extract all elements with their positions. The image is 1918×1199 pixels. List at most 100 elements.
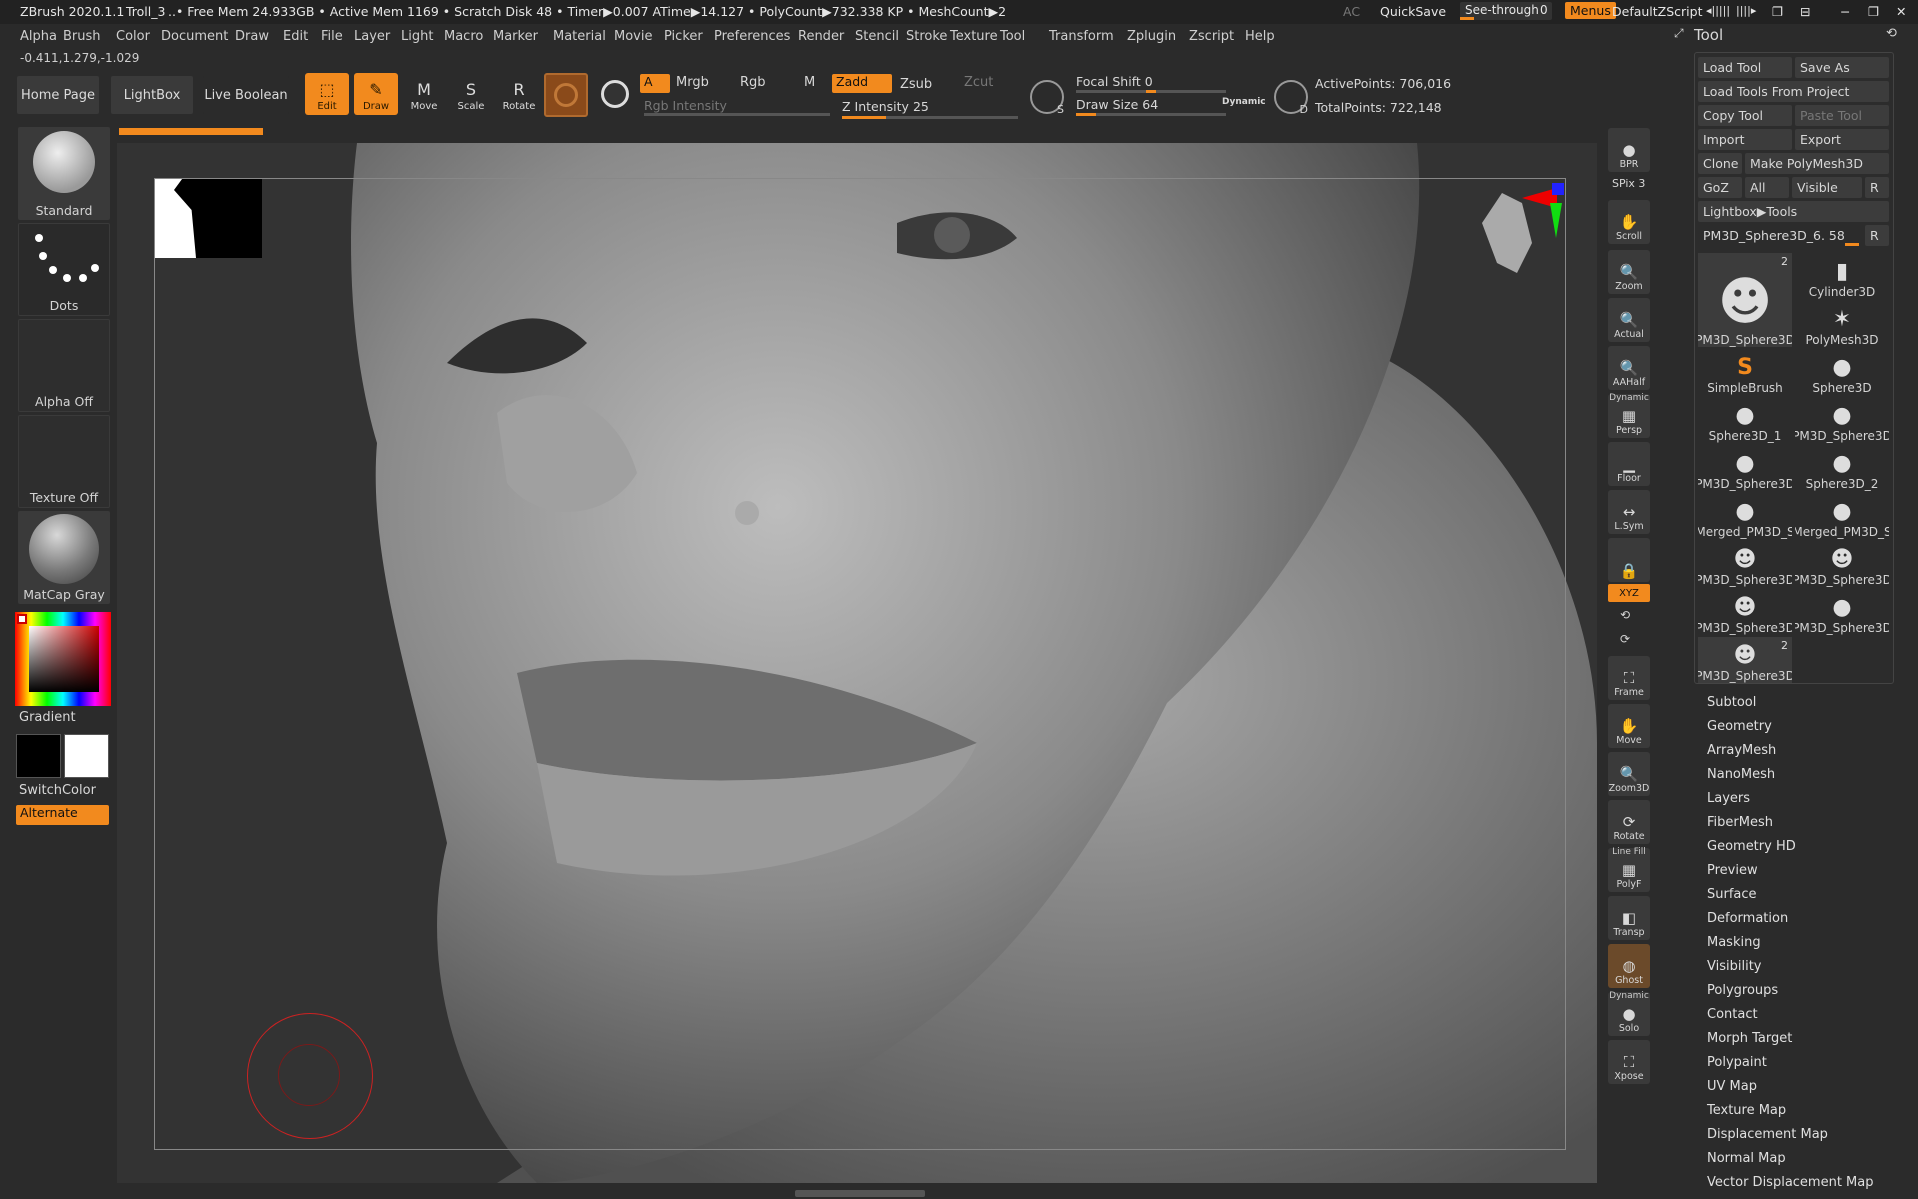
sphere-material-button[interactable] <box>544 73 588 117</box>
subpalette-layers[interactable]: Layers <box>1707 791 1750 806</box>
color-picker[interactable] <box>15 612 111 706</box>
zoom3d-button[interactable]: 🔍 Zoom3D <box>1608 752 1650 796</box>
subpalette-fibermesh[interactable]: FiberMesh <box>1707 815 1773 830</box>
rotate-tool-button[interactable]: R Rotate <box>497 73 541 115</box>
tool-thumbnail[interactable]: ☻ PM3D_Sphere3D <box>1795 541 1889 587</box>
zoom-button[interactable]: 🔍 Zoom <box>1608 250 1650 294</box>
z-intensity-slider[interactable]: Z Intensity 25 <box>842 99 929 114</box>
tool-palette-pin-icon[interactable]: ⤢ <box>1674 26 1684 41</box>
menu-help[interactable]: Help <box>1245 29 1275 44</box>
m-toggle[interactable]: M <box>804 75 815 90</box>
menu-marker[interactable]: Marker <box>493 29 538 44</box>
current-tool-slider[interactable]: PM3D_Sphere3D_6. 58 <box>1698 225 1862 246</box>
lsym-button[interactable]: ↔ L.Sym <box>1608 490 1650 534</box>
zsub-toggle[interactable]: Zsub <box>900 77 932 92</box>
load-tool-button[interactable]: Load Tool <box>1698 57 1792 78</box>
floor-button[interactable]: ▁ Floor <box>1608 442 1650 486</box>
tool-thumbnail[interactable]: ☻ PM3D_Sphere3D 2 <box>1698 253 1792 347</box>
menu-draw[interactable]: Draw <box>235 29 269 44</box>
subpalette-polypaint[interactable]: Polypaint <box>1707 1055 1767 1070</box>
subpalette-texture-map[interactable]: Texture Map <box>1707 1103 1786 1118</box>
move-button[interactable]: ✋ Move <box>1608 704 1650 748</box>
subpalette-displacement-map[interactable]: Displacement Map <box>1707 1127 1828 1142</box>
copy-tool-button[interactable]: Copy Tool <box>1698 105 1792 126</box>
brush-selector[interactable]: Standard <box>18 127 110 220</box>
bpr-button[interactable]: ● BPR <box>1608 128 1650 172</box>
tool-thumbnail[interactable]: ☻ PM3D_Sphere3D <box>1698 541 1792 587</box>
tool-thumbnail[interactable]: ● Sphere3D_2 <box>1795 445 1889 491</box>
tool-thumbnail[interactable]: ● Sphere3D <box>1795 349 1889 395</box>
default-zscript-button[interactable]: DefaultZScript <box>1612 4 1703 19</box>
menu-texture[interactable]: Texture <box>950 29 998 44</box>
paste-tool-button[interactable]: Paste Tool <box>1795 105 1889 126</box>
draw-size-slider[interactable]: Draw Size 64 <box>1076 97 1158 112</box>
solo-button[interactable]: Dynamic ● Solo <box>1608 991 1650 1036</box>
lazymouse-d-icon[interactable]: D <box>1274 80 1308 116</box>
minimize-icon[interactable]: − <box>1840 4 1850 19</box>
tool-thumbnail[interactable]: ● Sphere3D_1 <box>1698 397 1792 443</box>
rotate-z-icon[interactable]: ⟳ <box>1620 632 1630 646</box>
menu-layer[interactable]: Layer <box>354 29 390 44</box>
subpalette-morph-target[interactable]: Morph Target <box>1707 1031 1792 1046</box>
lock-button[interactable]: 🔒 <box>1608 538 1650 582</box>
a-toggle[interactable]: A <box>640 74 670 93</box>
zadd-toggle[interactable]: Zadd <box>832 74 892 93</box>
home-page-button[interactable]: Home Page <box>17 76 99 114</box>
focal-shift-slider[interactable]: Focal Shift 0 <box>1076 74 1153 89</box>
menu-zscript[interactable]: Zscript <box>1189 29 1234 44</box>
subpalette-deformation[interactable]: Deformation <box>1707 911 1788 926</box>
menu-brush[interactable]: Brush <box>63 29 101 44</box>
draw-size-track[interactable] <box>1076 113 1226 116</box>
export-button[interactable]: Export <box>1795 129 1889 150</box>
subpalette-subtool[interactable]: Subtool <box>1707 695 1756 710</box>
subpalette-geometry-hd[interactable]: Geometry HD <box>1707 839 1796 854</box>
zcut-toggle[interactable]: Zcut <box>964 75 993 90</box>
subpalette-nanomesh[interactable]: NanoMesh <box>1707 767 1775 782</box>
subpalette-polygroups[interactable]: Polygroups <box>1707 983 1778 998</box>
spix-slider[interactable]: SPix 3 <box>1612 177 1645 190</box>
subpalette-vector-displacement-map[interactable]: Vector Displacement Map <box>1707 1175 1874 1190</box>
reset-palette-icon[interactable]: ⟲ <box>1886 26 1897 41</box>
subpalette-surface[interactable]: Surface <box>1707 887 1757 902</box>
rgb-intensity-track[interactable] <box>644 113 830 116</box>
layout-icon[interactable]: ❐ <box>1772 4 1783 19</box>
move-tool-button[interactable]: M Move <box>402 73 446 115</box>
subpalette-contact[interactable]: Contact <box>1707 1007 1758 1022</box>
tool-thumbnail[interactable]: ● PM3D_Sphere3D <box>1795 589 1889 635</box>
lightbox-button[interactable]: LightBox <box>111 76 193 114</box>
menu-stencil[interactable]: Stencil <box>855 29 899 44</box>
current-tool-r-button[interactable]: R <box>1865 225 1889 246</box>
rotate-y-icon[interactable]: ⟲ <box>1620 608 1630 622</box>
tool-thumbnail[interactable]: ● PM3D_Sphere3D <box>1795 397 1889 443</box>
menu-movie[interactable]: Movie <box>614 29 652 44</box>
menu-color[interactable]: Color <box>116 29 150 44</box>
alpha-selector[interactable]: Alpha Off <box>18 319 110 412</box>
secondary-color-swatch[interactable] <box>64 734 109 778</box>
import-button[interactable]: Import <box>1698 129 1792 150</box>
menu-file[interactable]: File <box>321 29 343 44</box>
menu-edit[interactable]: Edit <box>283 29 308 44</box>
menu-light[interactable]: Light <box>401 29 433 44</box>
alternate-toggle[interactable]: Alternate <box>16 805 109 825</box>
xyz-symmetry-toggle[interactable]: XYZ <box>1608 584 1650 602</box>
draw-tool-button[interactable]: ✎ Draw <box>354 73 398 115</box>
tool-thumbnail[interactable]: ✶ PolyMesh3D <box>1795 301 1889 347</box>
rgb-toggle[interactable]: Rgb <box>740 75 766 90</box>
lazymouse-s-icon[interactable]: S <box>1030 80 1064 116</box>
tool-thumbnail[interactable]: ☻ PM3D_Sphere3D 2 <box>1698 637 1792 683</box>
polyf-button[interactable]: Line Fill ▦ PolyF <box>1608 847 1650 892</box>
menu-render[interactable]: Render <box>798 29 844 44</box>
menu-zplugin[interactable]: Zplugin <box>1127 29 1176 44</box>
subpalette-visibility[interactable]: Visibility <box>1707 959 1761 974</box>
scale-tool-button[interactable]: S Scale <box>449 73 493 115</box>
make-polymesh3d-button[interactable]: Make PolyMesh3D <box>1745 153 1889 174</box>
menu-macro[interactable]: Macro <box>444 29 483 44</box>
menu-alpha[interactable]: Alpha <box>20 29 57 44</box>
see-through-slider[interactable]: See-through 0 <box>1460 2 1552 20</box>
subpalette-geometry[interactable]: Geometry <box>1707 719 1772 734</box>
frame-button[interactable]: ⛶ Frame <box>1608 656 1650 700</box>
menu-tool[interactable]: Tool <box>1000 29 1025 44</box>
primary-color-swatch[interactable] <box>16 734 61 778</box>
live-boolean-button[interactable]: Live Boolean <box>203 76 289 114</box>
focal-shift-track[interactable] <box>1076 90 1226 93</box>
